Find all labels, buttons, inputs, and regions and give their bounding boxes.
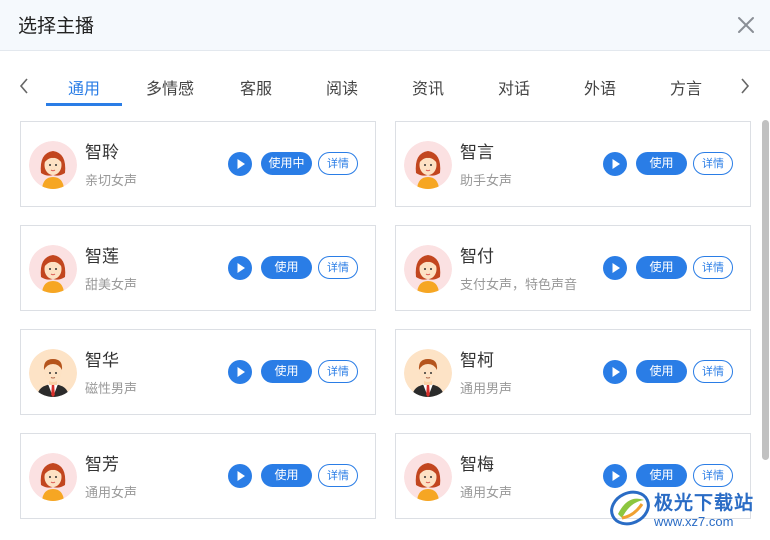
voice-name: 智华 bbox=[85, 351, 119, 371]
scrollbar-thumb[interactable] bbox=[762, 120, 769, 460]
tab-dialect[interactable]: 方言 bbox=[670, 78, 702, 100]
detail-button[interactable]: 详情 bbox=[318, 360, 358, 383]
dialog-header: 选择主播 bbox=[0, 0, 770, 51]
voice-card: 智莲 甜美女声 使用 详情 bbox=[20, 225, 376, 311]
play-icon[interactable] bbox=[603, 360, 627, 384]
use-button[interactable]: 使用中 bbox=[261, 152, 312, 175]
play-icon[interactable] bbox=[228, 360, 252, 384]
avatar bbox=[29, 349, 77, 397]
detail-button[interactable]: 详情 bbox=[693, 360, 733, 383]
play-icon[interactable] bbox=[228, 152, 252, 176]
avatar bbox=[29, 245, 77, 293]
voice-card: 智聆 亲切女声 使用中 详情 bbox=[20, 121, 376, 207]
voice-description: 通用女声 bbox=[460, 486, 513, 501]
watermark-name: 极光下载站 bbox=[654, 492, 755, 514]
tab-emotional[interactable]: 多情感 bbox=[146, 78, 194, 100]
voice-description: 磁性男声 bbox=[85, 382, 138, 397]
voice-name: 智言 bbox=[460, 143, 494, 163]
detail-button[interactable]: 详情 bbox=[693, 464, 733, 487]
use-button[interactable]: 使用 bbox=[636, 152, 687, 175]
use-button[interactable]: 使用 bbox=[636, 256, 687, 279]
voice-name: 智芳 bbox=[85, 455, 119, 475]
voice-card: 智芳 通用女声 使用 详情 bbox=[20, 433, 376, 519]
play-icon[interactable] bbox=[603, 464, 627, 488]
use-button[interactable]: 使用 bbox=[636, 464, 687, 487]
voice-description: 通用女声 bbox=[85, 486, 138, 501]
tab-customer-service[interactable]: 客服 bbox=[240, 78, 272, 100]
detail-button[interactable]: 详情 bbox=[693, 152, 733, 175]
tab-general[interactable]: 通用 bbox=[68, 78, 100, 100]
watermark-url: www.xz7.com bbox=[654, 514, 734, 529]
tab-dialogue[interactable]: 对话 bbox=[498, 78, 530, 100]
avatar bbox=[29, 453, 77, 501]
tab-foreign-language[interactable]: 外语 bbox=[584, 78, 616, 100]
voice-name: 智柯 bbox=[460, 351, 494, 371]
avatar bbox=[404, 245, 452, 293]
scrollbar[interactable] bbox=[762, 120, 769, 540]
voice-card: 智华 磁性男声 使用 详情 bbox=[20, 329, 376, 415]
voice-card: 智付 支付女声，特色声音 使用 详情 bbox=[395, 225, 751, 311]
tab-news[interactable]: 资讯 bbox=[412, 78, 444, 100]
voice-description: 支付女声，特色声音 bbox=[460, 278, 578, 293]
detail-button[interactable]: 详情 bbox=[318, 152, 358, 175]
voice-card: 智言 助手女声 使用 详情 bbox=[395, 121, 751, 207]
voice-description: 亲切女声 bbox=[85, 174, 138, 189]
use-button[interactable]: 使用 bbox=[261, 360, 312, 383]
avatar bbox=[404, 453, 452, 501]
use-button[interactable]: 使用 bbox=[636, 360, 687, 383]
chevron-left-icon[interactable] bbox=[17, 77, 31, 95]
use-button[interactable]: 使用 bbox=[261, 464, 312, 487]
avatar bbox=[404, 349, 452, 397]
play-icon[interactable] bbox=[603, 152, 627, 176]
detail-button[interactable]: 详情 bbox=[318, 464, 358, 487]
play-icon[interactable] bbox=[228, 464, 252, 488]
detail-button[interactable]: 详情 bbox=[318, 256, 358, 279]
play-icon[interactable] bbox=[228, 256, 252, 280]
tab-reading[interactable]: 阅读 bbox=[326, 78, 358, 100]
voice-description: 助手女声 bbox=[460, 174, 513, 189]
watermark-logo-icon bbox=[610, 490, 650, 526]
active-tab-indicator bbox=[46, 103, 122, 106]
detail-button[interactable]: 详情 bbox=[693, 256, 733, 279]
play-icon[interactable] bbox=[603, 256, 627, 280]
watermark: 极光下载站 www.xz7.com bbox=[608, 486, 768, 536]
use-button[interactable]: 使用 bbox=[261, 256, 312, 279]
tab-bar: 通用 多情感 客服 阅读 资讯 对话 外语 方言 bbox=[0, 66, 770, 110]
voice-description: 通用男声 bbox=[460, 382, 513, 397]
voice-name: 智付 bbox=[460, 247, 494, 267]
voice-card: 智柯 通用男声 使用 详情 bbox=[395, 329, 751, 415]
chevron-right-icon[interactable] bbox=[738, 77, 752, 95]
close-icon[interactable] bbox=[736, 15, 756, 35]
avatar bbox=[404, 141, 452, 189]
voice-description: 甜美女声 bbox=[85, 278, 138, 293]
dialog-title: 选择主播 bbox=[18, 15, 95, 37]
voice-name: 智莲 bbox=[85, 247, 119, 267]
avatar bbox=[29, 141, 77, 189]
voice-name: 智聆 bbox=[85, 143, 119, 163]
voice-name: 智梅 bbox=[460, 455, 494, 475]
